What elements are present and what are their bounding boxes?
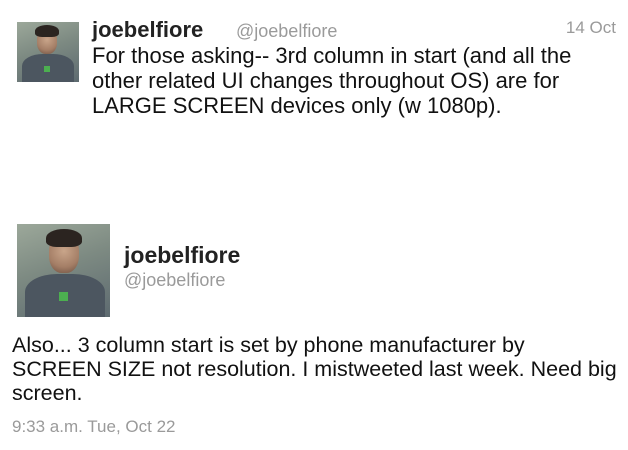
user-name[interactable]: joebelfiore bbox=[92, 17, 203, 43]
avatar-hair bbox=[35, 25, 59, 37]
tweet-text: For those asking-- 3rd column in start (… bbox=[92, 43, 572, 118]
tweet-text: Also... 3 column start is set by phone m… bbox=[12, 333, 617, 405]
user-name[interactable]: joebelfiore bbox=[124, 242, 240, 269]
user-handle[interactable]: @joebelfiore bbox=[124, 270, 225, 291]
user-handle[interactable]: @joebelfiore bbox=[236, 21, 337, 42]
avatar-hair bbox=[46, 229, 82, 247]
avatar[interactable] bbox=[17, 224, 110, 317]
shirt-logo-icon bbox=[44, 66, 50, 72]
avatar[interactable] bbox=[17, 22, 79, 82]
tweet-timestamp[interactable]: 9:33 a.m. Tue, Oct 22 bbox=[12, 417, 175, 437]
tweet-date[interactable]: 14 Oct bbox=[566, 18, 616, 38]
shirt-logo-icon bbox=[59, 292, 68, 301]
